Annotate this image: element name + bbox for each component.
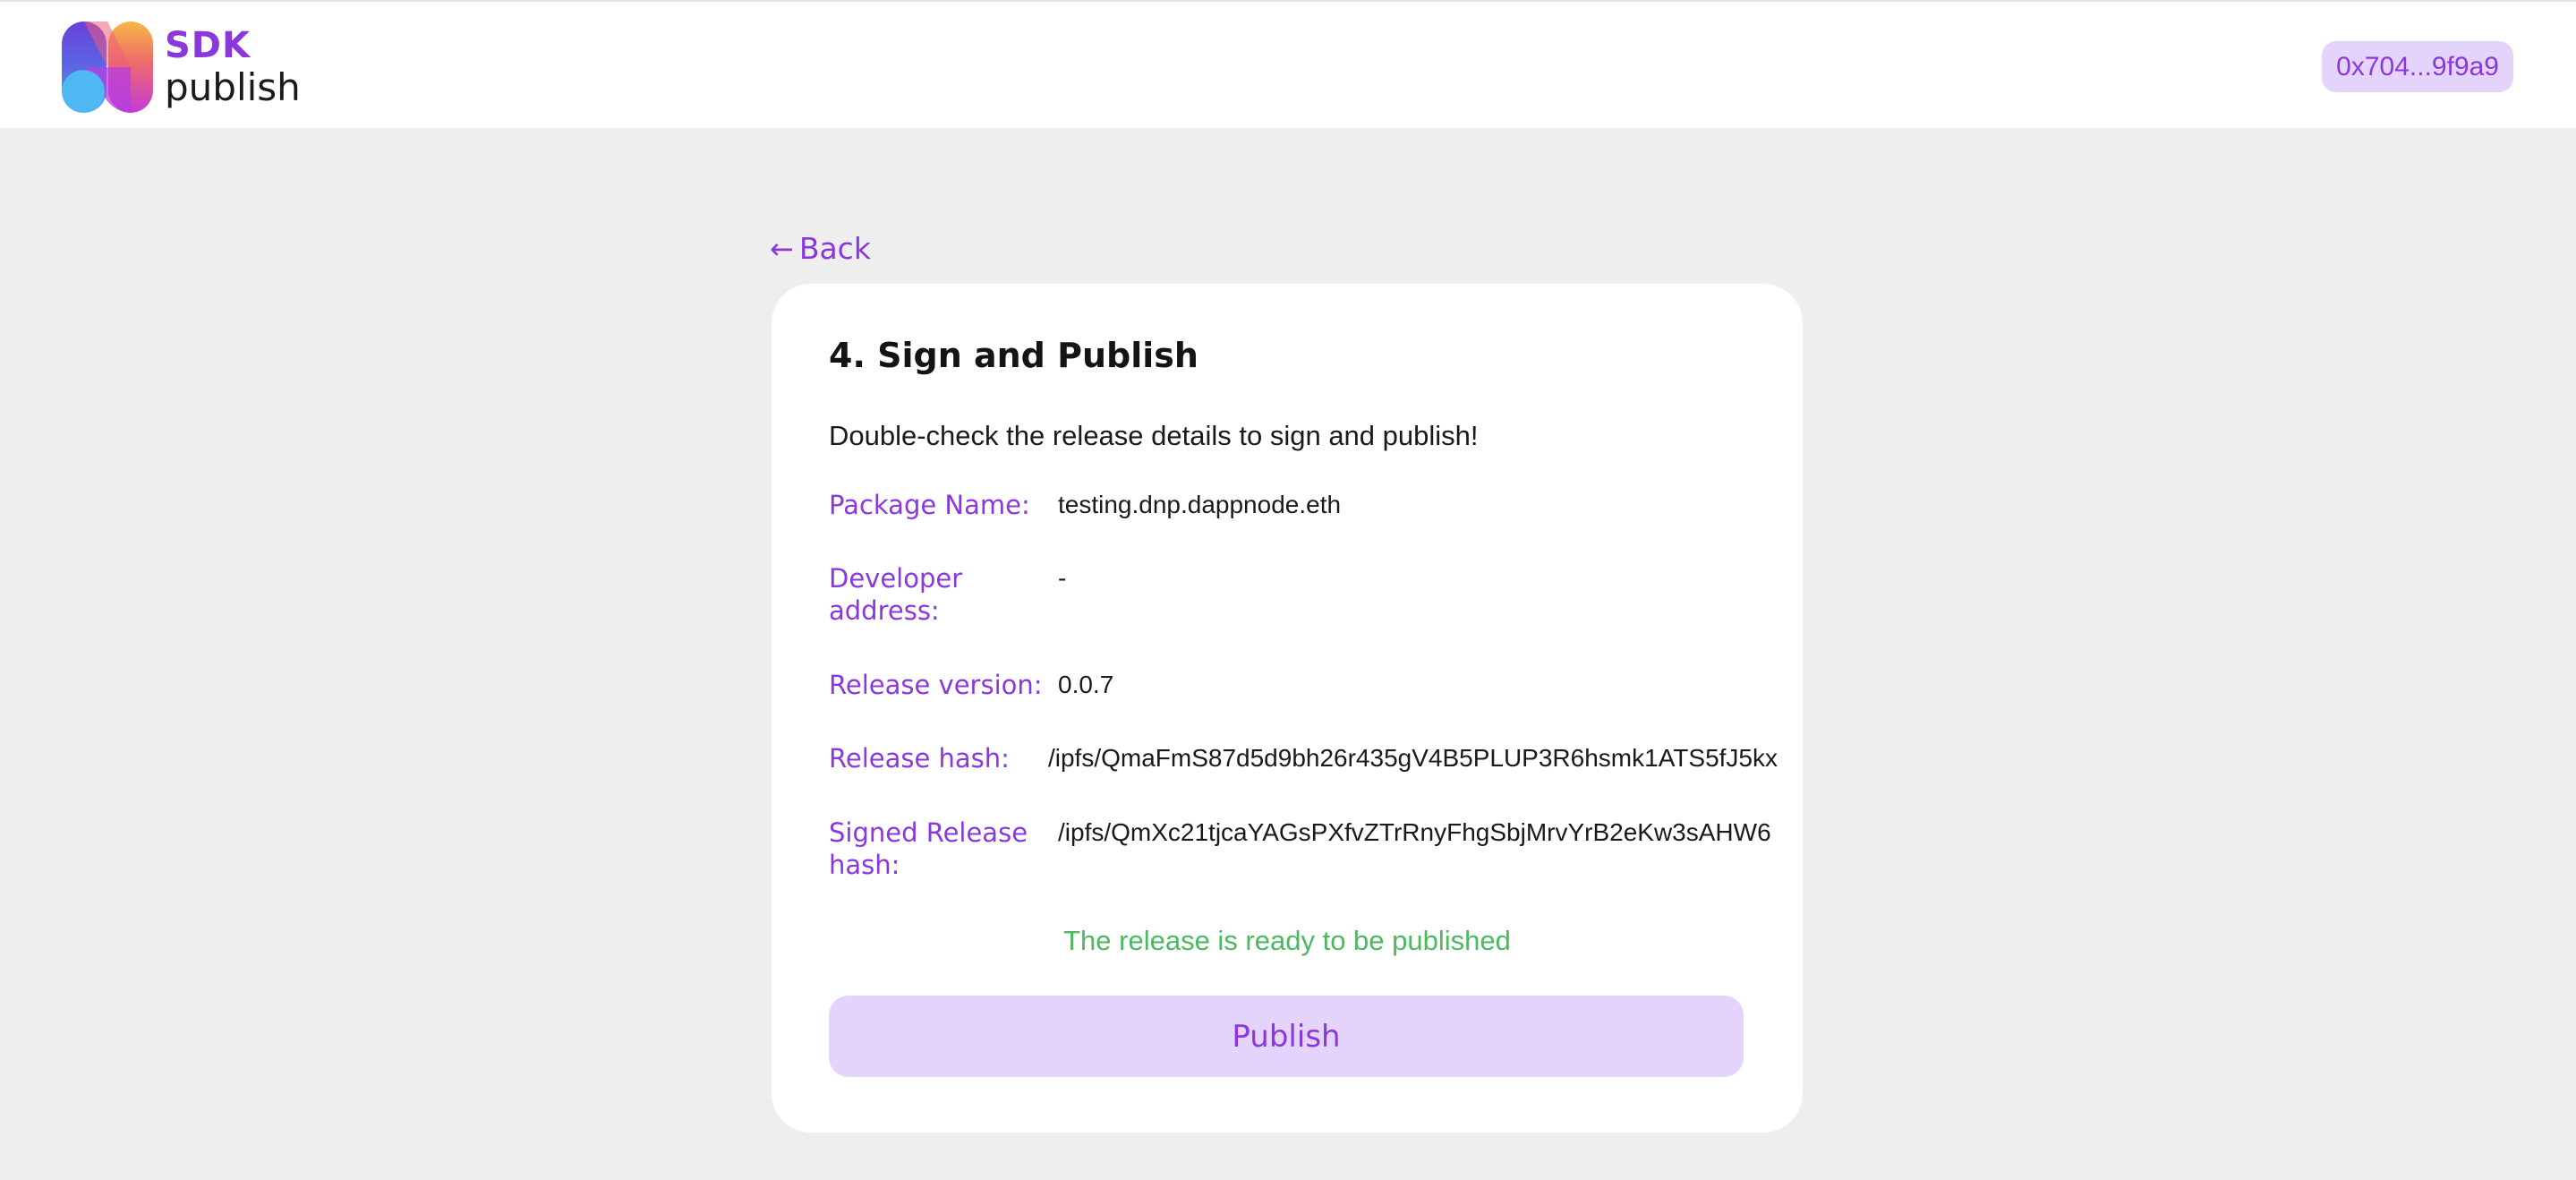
card-title: 4. Sign and Publish	[829, 336, 1198, 375]
account-address-badge[interactable]: 0x704...9f9a9	[2322, 41, 2513, 92]
sign-publish-card: 4. Sign and Publish Double-check the rel…	[772, 284, 1803, 1133]
card-subtitle: Double-check the release details to sign…	[829, 420, 1479, 451]
detail-row-package-name: Package Name: testing.dnp.dappnode.eth	[829, 489, 1778, 521]
detail-row-release-version: Release version: 0.0.7	[829, 669, 1778, 701]
release-status-message: The release is ready to be published	[1063, 925, 1511, 956]
detail-value: testing.dnp.dappnode.eth	[1058, 491, 1342, 518]
back-label: Back	[798, 231, 871, 266]
detail-label: Release hash:	[829, 743, 1010, 774]
detail-row-release-hash: Release hash: /ipfs/QmaFmS87d5d9bh26r435…	[829, 742, 1778, 774]
arrow-left-icon: ←	[770, 231, 794, 266]
detail-value: -	[1058, 564, 1067, 592]
detail-label: Release version:	[829, 670, 1043, 700]
detail-label: Signed Release hash:	[829, 817, 1028, 880]
top-bar: SDK publish 0x704...9f9a9	[0, 0, 2576, 128]
detail-row-signed-release-hash: Signed Release hash: /ipfs/QmXc21tjcaYAG…	[829, 817, 1778, 881]
detail-row-developer-address: Developer address: -	[829, 562, 1778, 627]
detail-value: /ipfs/QmaFmS87d5d9bh26r435gV4B5PLUP3R6hs…	[1047, 744, 1778, 772]
app-logo[interactable]: SDK publish	[61, 20, 301, 115]
logo-publish-text: publish	[165, 65, 301, 109]
back-link[interactable]: ← Back	[770, 231, 871, 266]
detail-value: 0.0.7	[1058, 671, 1114, 698]
sdk-publish-logo-icon	[62, 21, 153, 113]
detail-label: Developer address:	[829, 563, 963, 626]
publish-button[interactable]: Publish	[829, 996, 1744, 1077]
logo-sdk-text: SDK	[165, 25, 252, 66]
detail-label: Package Name:	[829, 490, 1030, 520]
detail-value: /ipfs/QmXc21tjcaYAGsPXfvZTrRnyFhgSbjMrvY…	[1058, 818, 1771, 846]
